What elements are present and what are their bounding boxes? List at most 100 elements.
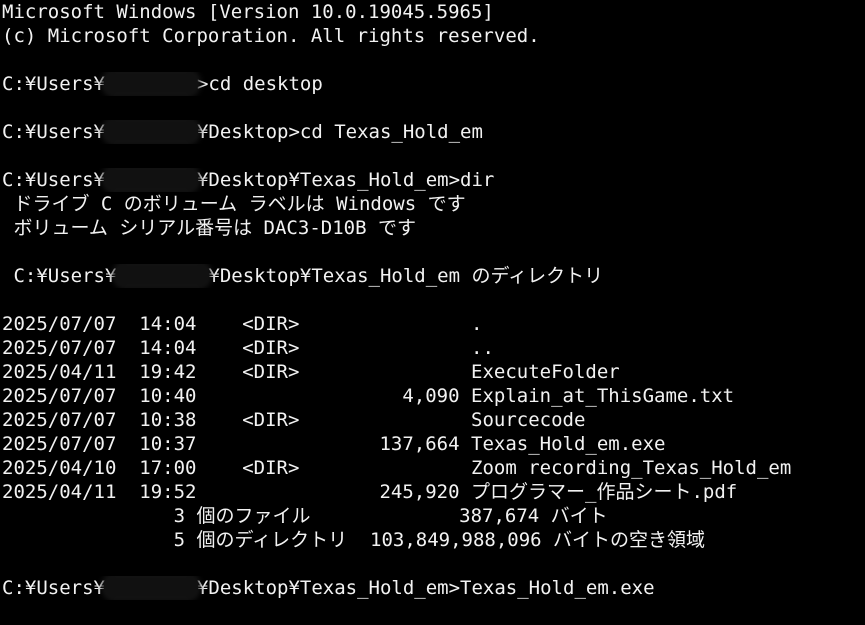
listing-time: 17:00 — [139, 457, 197, 479]
prompt-line-2: C:¥Users¥ ¥Desktop>cd Texas_Hold_em — [2, 120, 865, 144]
listing-name: Texas_Hold_em.exe — [471, 433, 666, 455]
listing-name: Zoom recording_Texas_Hold_em — [471, 457, 792, 479]
listing-row: 2025/04/11 19:42 <DIR> ExecuteFolder — [2, 360, 865, 384]
listing-row: 2025/07/07 14:04 <DIR> .. — [2, 336, 865, 360]
listing-date: 2025/04/11 — [2, 481, 117, 503]
listing-type: <DIR> — [242, 409, 300, 431]
prompt-command: >cd desktop — [196, 73, 323, 95]
listing-type: <DIR> — [242, 337, 300, 359]
listing-size: 137,664 — [379, 433, 460, 455]
prompt-line-3: C:¥Users¥ ¥Desktop¥Texas_Hold_em>dir — [2, 168, 865, 192]
listing-row: 2025/07/07 14:04 <DIR> . — [2, 312, 865, 336]
listing-time: 14:04 — [139, 313, 197, 335]
listing-time: 10:38 — [139, 409, 197, 431]
listing-type: <DIR> — [242, 361, 300, 383]
listing-type: <DIR> — [242, 313, 300, 335]
listing-type: <DIR> — [242, 457, 300, 479]
listing-name: プログラマー_作品シート.pdf — [471, 481, 738, 503]
files-summary-line: 3 個のファイル 387,674 バイト — [2, 505, 608, 527]
listing-name: .. — [471, 337, 494, 359]
listing-date: 2025/07/07 — [2, 313, 117, 335]
prompt-prefix: C:¥Users¥ — [2, 169, 105, 191]
current-prompt-line[interactable]: C:¥Users¥ ¥Desktop¥Texas_Hold_em>Texas_Ho… — [2, 576, 865, 600]
prompt-command: ¥Desktop¥Texas_Hold_em>Texas_Hold_em.exe — [196, 577, 655, 599]
volume-label-line: ドライブ C のボリューム ラベルは Windows です — [2, 193, 466, 215]
listing-time: 10:37 — [139, 433, 197, 455]
prompt-prefix: C:¥Users¥ — [2, 121, 105, 143]
listing-name: ExecuteFolder — [471, 361, 620, 383]
copyright-line: (c) Microsoft Corporation. All rights re… — [2, 25, 540, 47]
directory-listing: 2025/07/07 14:04 <DIR> . 2025/07/07 14:04… — [2, 312, 865, 504]
version-line: Microsoft Windows [Version 10.0.19045.59… — [2, 1, 494, 23]
listing-date: 2025/07/07 — [2, 409, 117, 431]
listing-row: 2025/07/07 10:37 137,664 Texas_Hold_em.e… — [2, 432, 865, 456]
listing-row: 2025/04/10 17:00 <DIR> Zoom recording_Te… — [2, 456, 865, 480]
volume-serial-line: ボリューム シリアル番号は DAC3-D10B です — [2, 217, 416, 239]
redacted-username — [104, 120, 197, 142]
directory-suffix: ¥Desktop¥Texas_Hold_em のディレクトリ — [208, 265, 604, 287]
listing-date: 2025/04/11 — [2, 361, 117, 383]
prompt-prefix: C:¥Users¥ — [2, 73, 105, 95]
dirs-summary-line: 5 個のディレクトリ 103,849,988,096 バイトの空き領域 — [2, 529, 706, 551]
listing-size: 245,920 — [379, 481, 460, 503]
listing-date: 2025/07/07 — [2, 337, 117, 359]
prompt-line-1: C:¥Users¥ >cd desktop — [2, 72, 865, 96]
prompt-command: ¥Desktop¥Texas_Hold_em>dir — [196, 169, 495, 191]
prompt-prefix: C:¥Users¥ — [2, 577, 105, 599]
listing-date: 2025/04/10 — [2, 457, 117, 479]
listing-name: Sourcecode — [471, 409, 586, 431]
listing-name: . — [471, 313, 483, 335]
redacted-username — [104, 168, 197, 190]
redacted-username — [104, 72, 197, 94]
redacted-username — [116, 264, 209, 286]
listing-row: 2025/07/07 10:40 4,090 Explain_at_ThisGa… — [2, 384, 865, 408]
listing-date: 2025/07/07 — [2, 433, 117, 455]
listing-date: 2025/07/07 — [2, 385, 117, 407]
prompt-command: ¥Desktop>cd Texas_Hold_em — [196, 121, 483, 143]
listing-row: 2025/04/11 19:52 245,920 プログラマー_作品シート.pd… — [2, 480, 865, 504]
listing-time: 19:52 — [139, 481, 197, 503]
console-window[interactable]: Microsoft Windows [Version 10.0.19045.59… — [0, 0, 865, 625]
redacted-username — [104, 576, 197, 598]
directory-header-line: C:¥Users¥ ¥Desktop¥Texas_Hold_em のディレクトリ — [2, 264, 865, 288]
directory-prefix: C:¥Users¥ — [2, 265, 117, 287]
